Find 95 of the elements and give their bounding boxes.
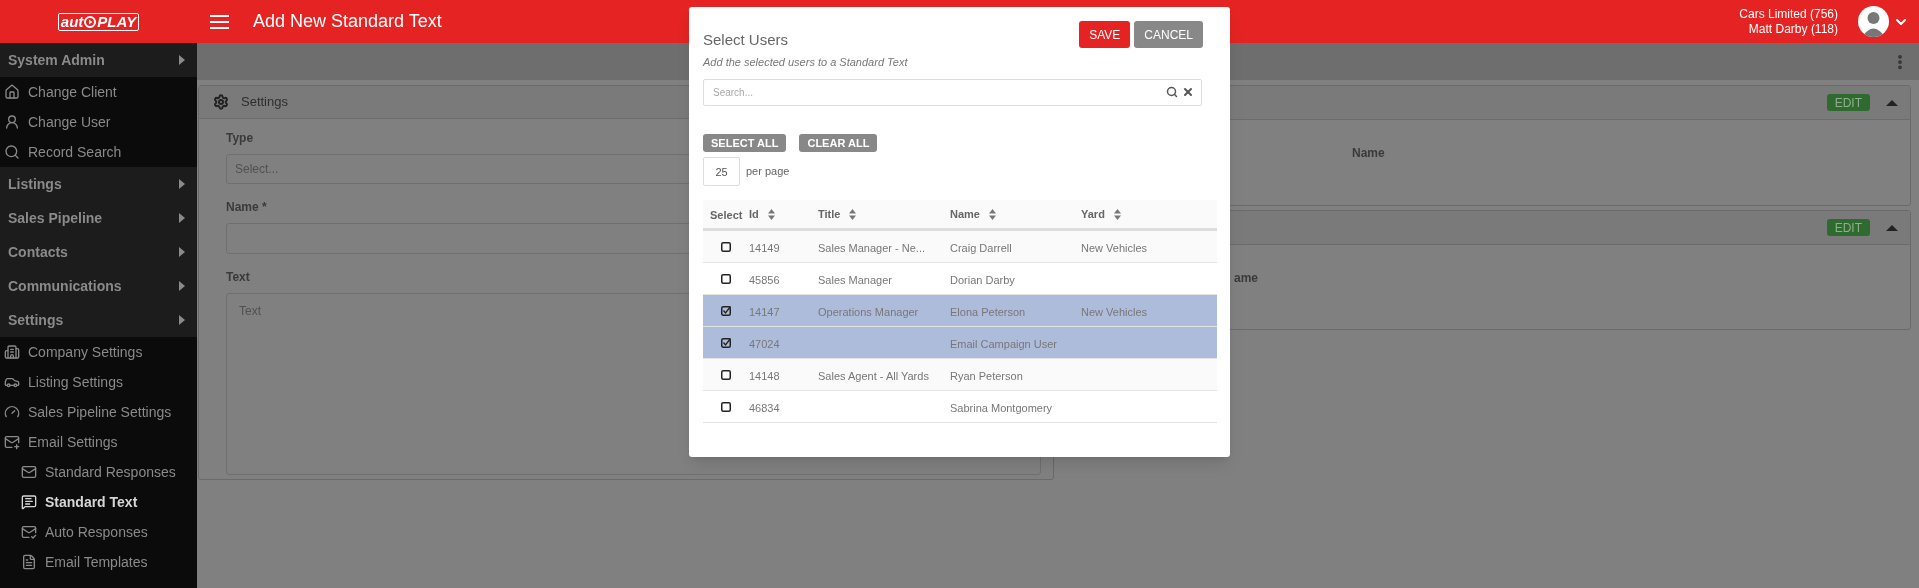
account-info: Cars Limited (756)	[1739, 6, 1838, 22]
table-cell: Sales Manager - Ne...	[818, 241, 925, 254]
table-cell: Operations Manager	[818, 305, 919, 318]
table-cell: Craig Darrell	[950, 241, 1012, 254]
per-page-field[interactable]: 25	[703, 157, 740, 186]
avatar[interactable]	[1858, 6, 1889, 37]
mail-icon	[4, 434, 20, 450]
page-title: Add New Standard Text	[253, 10, 442, 33]
building-icon	[4, 344, 20, 360]
field-label: Type	[226, 130, 254, 147]
user-icon	[4, 114, 20, 130]
dialog-subtitle: Add the selected users to a Standard Text	[703, 54, 909, 70]
table-cell: New Vehicles	[1081, 241, 1148, 254]
caret-icon	[179, 281, 185, 291]
sidebar-item[interactable]: Standard Text	[0, 487, 197, 517]
sidebar-section[interactable]: Contacts	[0, 235, 197, 269]
menu-icon[interactable]	[210, 14, 229, 29]
search-icon	[4, 144, 20, 160]
sidebar-item[interactable]: Email Settings	[0, 427, 197, 457]
sort-icon[interactable]	[988, 208, 996, 220]
table-row[interactable]: 14149 Sales Manager - Ne... Craig Darrell New Vehicles	[703, 231, 1217, 263]
sidebar-item[interactable]: Company Settings	[0, 337, 197, 367]
table-cell: Sales Agent - All Yards	[818, 369, 929, 382]
sidebar-section[interactable]: Settings	[0, 303, 197, 337]
cancel-button[interactable]: CANCEL	[1134, 21, 1203, 48]
sort-icon[interactable]	[849, 208, 857, 220]
column-header[interactable]: Title	[818, 205, 841, 223]
collapse-icon[interactable]	[1886, 224, 1898, 231]
column-header: Select	[710, 209, 743, 221]
search-icon[interactable]	[1166, 86, 1178, 98]
edit-button[interactable]: EDIT	[1826, 219, 1870, 236]
table-cell: 14148	[749, 369, 780, 382]
logo: aut PLAY	[0, 12, 197, 31]
field-label: Name *	[226, 199, 267, 216]
sidebar-item[interactable]: Auto Responses	[0, 517, 197, 547]
sidebar-item[interactable]: Email Templates	[0, 547, 197, 577]
clear-all-button[interactable]: CLEAR ALL	[799, 134, 878, 152]
mail-icon	[21, 524, 37, 540]
search-field[interactable]: Search...	[703, 79, 1202, 106]
home-icon	[4, 84, 20, 100]
caret-icon	[179, 55, 185, 65]
table-cell: 45856	[749, 273, 780, 286]
sidebar-section[interactable]: Communications	[0, 269, 197, 303]
sidebar-section[interactable]: Sales Pipeline	[0, 201, 197, 235]
sort-icon[interactable]	[1113, 208, 1121, 220]
sidebar-section[interactable]: System Admin	[0, 43, 197, 77]
settings-icon	[213, 94, 229, 110]
document-icon	[21, 554, 37, 570]
caret-icon	[179, 213, 185, 223]
table-cell: Elona Peterson	[950, 305, 1026, 318]
sidebar-item[interactable]: Record Search	[0, 137, 197, 167]
sidebar-item[interactable]: Change Client	[0, 77, 197, 107]
sidebar-section[interactable]: Listings	[0, 167, 197, 201]
column-header[interactable]: Id	[749, 205, 759, 223]
column-header[interactable]: Yard	[1081, 205, 1105, 223]
field-label: Text	[226, 269, 250, 286]
field-label: ame	[1234, 271, 1259, 285]
caret-icon	[179, 179, 185, 189]
select-all-button[interactable]: SELECT ALL	[703, 134, 787, 152]
field-label: Name	[1352, 146, 1385, 160]
per-page-label: per page	[746, 164, 790, 180]
card-title: Settings	[241, 93, 288, 112]
dialog-title: Select Users	[703, 30, 789, 50]
sidebar-item[interactable]: Change User	[0, 107, 197, 137]
envelope-icon	[21, 464, 37, 480]
message-icon	[21, 494, 37, 510]
sidebar-item[interactable]: Listing Settings	[0, 367, 197, 397]
save-button[interactable]: SAVE	[1079, 21, 1131, 48]
checkbox[interactable]	[721, 273, 731, 284]
table-row[interactable]: 14148 Sales Agent - All Yards Ryan Peterson	[703, 359, 1217, 391]
table-cell: 47024	[749, 337, 780, 350]
gauge-icon	[4, 404, 20, 420]
sidebar-item[interactable]: Standard Responses	[0, 457, 197, 487]
collapse-icon[interactable]	[1886, 99, 1898, 106]
table-cell: 46834	[749, 401, 780, 414]
table-cell: Dorian Darby	[950, 273, 1015, 286]
column-header[interactable]: Name	[950, 205, 980, 223]
edit-button[interactable]: EDIT	[1826, 94, 1870, 111]
close-icon[interactable]	[1182, 86, 1194, 98]
sidebar-item[interactable]: Sales Pipeline Settings	[0, 397, 197, 427]
play-icon	[84, 15, 97, 28]
table-cell: 14147	[749, 305, 780, 318]
checkbox[interactable]	[721, 305, 731, 316]
account-info: Matt Darby (118)	[1748, 21, 1838, 37]
sort-icon[interactable]	[767, 208, 775, 220]
table-cell: Ryan Peterson	[950, 369, 1023, 382]
caret-icon	[179, 315, 185, 325]
caret-icon	[179, 247, 185, 257]
checkbox[interactable]	[721, 337, 731, 348]
checkbox[interactable]	[721, 241, 731, 252]
checkbox[interactable]	[721, 401, 731, 412]
table-cell: New Vehicles	[1081, 305, 1148, 318]
table-cell: Sales Manager	[818, 273, 892, 286]
table-cell: 14149	[749, 241, 780, 254]
checkbox[interactable]	[721, 369, 731, 380]
